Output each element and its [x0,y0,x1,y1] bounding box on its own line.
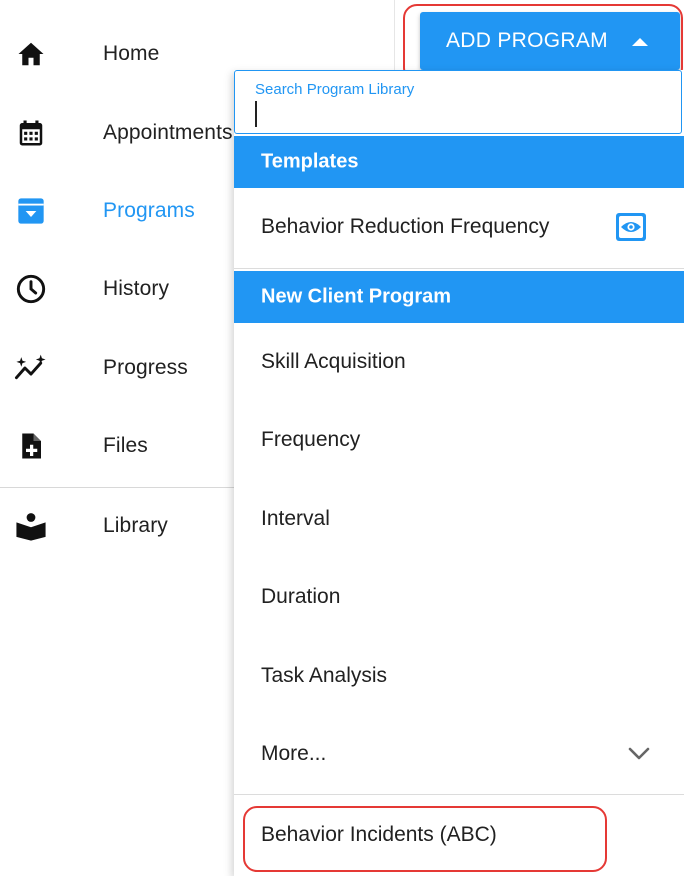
templates-header: Templates [234,136,684,188]
program-type-label: Duration [261,585,341,608]
calendar-icon [14,116,48,150]
program-type-task-analysis[interactable]: Task Analysis [234,637,684,715]
sparkle-trend-icon [14,351,48,385]
behavior-incidents-label: Behavior Incidents (ABC) [261,823,497,846]
search-field-label: Search Program Library [255,81,415,98]
search-field[interactable]: Search Program Library [234,70,682,134]
search-input[interactable] [253,103,657,131]
book-reader-icon [14,509,48,543]
sidebar-item-label: Progress [103,356,188,379]
new-client-program-header: New Client Program [234,271,684,323]
eye-icon[interactable] [616,213,646,241]
template-item-behavior-reduction-frequency[interactable]: Behavior Reduction Frequency [234,188,684,266]
program-type-frequency[interactable]: Frequency [234,401,684,479]
sidebar-item-label: History [103,277,170,300]
sidebar-item-label: Programs [103,199,195,222]
add-program-dropdown: Search Program Library Templates Behavio… [234,70,684,876]
archive-box-icon [14,194,48,228]
menu-separator [234,268,684,269]
program-type-label: Interval [261,507,330,530]
program-type-label: Frequency [261,428,361,451]
sidebar-divider [0,487,234,488]
menu-separator [234,794,684,795]
sidebar-item-label: Files [103,434,148,457]
new-client-program-header-label: New Client Program [261,285,452,308]
caret-up-icon [632,38,648,46]
templates-header-label: Templates [261,150,359,173]
home-icon [14,37,48,71]
program-type-interval[interactable]: Interval [234,480,684,558]
behavior-incidents-abc-item[interactable]: Behavior Incidents (ABC) [234,796,684,874]
program-type-skill-acquisition[interactable]: Skill Acquisition [234,323,684,401]
add-program-button[interactable]: ADD PROGRAM [420,12,680,70]
more-label: More... [261,742,327,765]
program-type-label: Task Analysis [261,664,388,687]
chevron-down-icon [628,747,650,761]
file-add-icon [14,429,48,463]
sidebar-item-label: Library [103,514,168,537]
program-type-duration[interactable]: Duration [234,558,684,636]
sidebar-item-label: Home [103,42,160,65]
more-program-types[interactable]: More... [234,715,684,793]
sidebar-item-label: Appointments [103,121,233,144]
clock-icon [14,272,48,306]
add-program-label: ADD PROGRAM [446,29,608,52]
template-item-label: Behavior Reduction Frequency [261,215,550,238]
program-type-label: Skill Acquisition [261,350,406,373]
